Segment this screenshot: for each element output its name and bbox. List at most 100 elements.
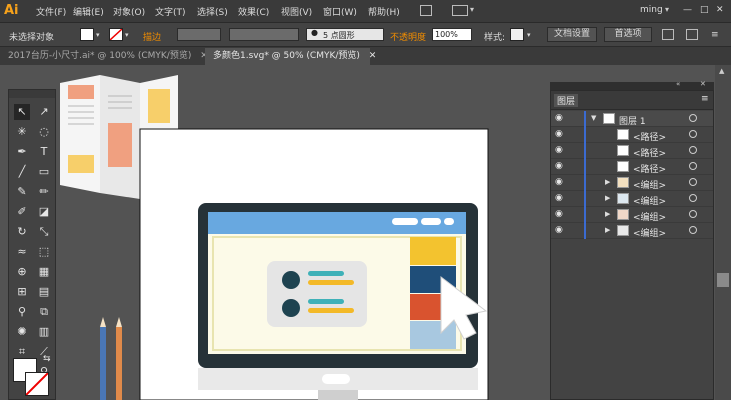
- variable-width-dropdown[interactable]: [229, 28, 299, 41]
- arrange-icon[interactable]: [662, 29, 674, 40]
- stroke-label[interactable]: 描边: [143, 30, 161, 43]
- scroll-up-icon[interactable]: ▲: [719, 67, 724, 75]
- symbol-sprayer-tool-icon[interactable]: ✺: [14, 324, 30, 340]
- menu-select[interactable]: 选择(S): [197, 5, 228, 18]
- expand-toggle-icon[interactable]: ▶: [605, 194, 610, 202]
- target-circle-icon[interactable]: [689, 194, 697, 202]
- close-button[interactable]: ✕: [716, 5, 724, 15]
- expand-toggle-icon[interactable]: ▶: [605, 226, 610, 234]
- scale-tool-icon[interactable]: ⤡: [36, 224, 52, 240]
- vertical-scrollbar[interactable]: ▲: [715, 65, 731, 400]
- perspective-grid-tool-icon[interactable]: ▦: [36, 264, 52, 280]
- chevron-down-icon[interactable]: ▾: [96, 31, 100, 39]
- canvas-area[interactable]: [56, 65, 550, 400]
- layer-row[interactable]: ◉ ▶ <编组>: [551, 223, 713, 239]
- chevron-down-icon[interactable]: ▾: [665, 5, 669, 14]
- target-circle-icon[interactable]: [689, 146, 697, 154]
- transform-icon[interactable]: [686, 29, 698, 40]
- close-icon[interactable]: ✕: [369, 51, 377, 61]
- close-icon[interactable]: ✕: [700, 80, 706, 88]
- free-transform-tool-icon[interactable]: ⬚: [36, 244, 52, 260]
- visibility-eye-icon[interactable]: ◉: [555, 177, 563, 187]
- blob-brush-tool-icon[interactable]: ✐: [14, 204, 30, 220]
- visibility-eye-icon[interactable]: ◉: [555, 193, 563, 203]
- visibility-eye-icon[interactable]: ◉: [555, 161, 563, 171]
- layer-row[interactable]: ◉ <路径>: [551, 159, 713, 175]
- visibility-eye-icon[interactable]: ◉: [555, 225, 563, 235]
- lasso-tool-icon[interactable]: ◌: [36, 124, 52, 140]
- magic-wand-tool-icon[interactable]: ✳: [14, 124, 30, 140]
- menu-type[interactable]: 文字(T): [155, 5, 186, 18]
- preferences-button[interactable]: 首选项: [604, 27, 652, 42]
- layer-row[interactable]: ◉ <路径>: [551, 143, 713, 159]
- tab-calendar[interactable]: 2017台历-小尺寸.ai* @ 100% (CMYK/预览) ✕: [0, 48, 208, 65]
- expand-toggle-icon[interactable]: ▼: [591, 114, 596, 122]
- scrollbar-thumb[interactable]: [717, 273, 729, 287]
- opacity-label[interactable]: 不透明度: [390, 30, 426, 43]
- layer-row[interactable]: ◉ <路径>: [551, 127, 713, 143]
- mesh-tool-icon[interactable]: ⊞: [14, 284, 30, 300]
- visibility-eye-icon[interactable]: ◉: [555, 145, 563, 155]
- menu-view[interactable]: 视图(V): [281, 5, 312, 18]
- fill-swatch[interactable]: [80, 28, 94, 41]
- direct-selection-tool-icon[interactable]: ↗: [36, 104, 52, 120]
- menu-help[interactable]: 帮助(H): [368, 5, 400, 18]
- stroke-weight-dropdown[interactable]: [177, 28, 221, 41]
- menu-object[interactable]: 对象(O): [113, 5, 145, 18]
- layers-panel-topbar[interactable]: « ✕: [550, 80, 714, 90]
- panel-menu-icon[interactable]: ≡: [711, 30, 719, 40]
- user-name[interactable]: ming: [640, 5, 663, 15]
- chevron-down-icon[interactable]: ▾: [527, 31, 531, 39]
- target-circle-icon[interactable]: [689, 114, 697, 122]
- layer-row-top[interactable]: ◉ ▼ 图层 1: [551, 111, 713, 127]
- chevron-down-icon[interactable]: ▾: [125, 31, 129, 39]
- visibility-eye-icon[interactable]: ◉: [555, 129, 563, 139]
- pencil-tool-icon[interactable]: ✏: [36, 184, 52, 200]
- menu-file[interactable]: 文件(F): [36, 5, 66, 18]
- stroke-swatch[interactable]: [109, 28, 123, 41]
- type-tool-icon[interactable]: T: [36, 144, 52, 160]
- pen-tool-icon[interactable]: ✒: [14, 144, 30, 160]
- visibility-eye-icon[interactable]: ◉: [555, 209, 563, 219]
- stroke-color-box[interactable]: [25, 372, 49, 396]
- rotate-tool-icon[interactable]: ↻: [14, 224, 30, 240]
- chevron-down-icon[interactable]: ▾: [470, 5, 474, 14]
- selection-tool-icon[interactable]: ↖: [14, 104, 30, 120]
- panel-menu-icon[interactable]: ≡: [701, 94, 709, 104]
- expand-toggle-icon[interactable]: ▶: [605, 178, 610, 186]
- gradient-tool-icon[interactable]: ▤: [36, 284, 52, 300]
- collapse-panel-icon[interactable]: «: [676, 80, 680, 88]
- target-circle-icon[interactable]: [689, 130, 697, 138]
- minimize-button[interactable]: —: [683, 5, 692, 15]
- opacity-input[interactable]: 100%: [432, 28, 472, 41]
- layer-row[interactable]: ◉ ▶ <编组>: [551, 207, 713, 223]
- target-circle-icon[interactable]: [689, 226, 697, 234]
- column-graph-tool-icon[interactable]: ▥: [36, 324, 52, 340]
- swap-colors-icon[interactable]: ⇆: [43, 354, 51, 364]
- tab-multicolor[interactable]: 多颜色1.svg* @ 50% (CMYK/预览) ✕: [205, 48, 376, 65]
- shape-builder-tool-icon[interactable]: ⊕: [14, 264, 30, 280]
- expand-toggle-icon[interactable]: ▶: [605, 210, 610, 218]
- paintbrush-tool-icon[interactable]: ✎: [14, 184, 30, 200]
- arrange-docs-icon[interactable]: [452, 5, 468, 16]
- width-tool-icon[interactable]: ≈: [14, 244, 30, 260]
- eyedropper-tool-icon[interactable]: ⚲: [14, 304, 30, 320]
- target-circle-icon[interactable]: [689, 210, 697, 218]
- brush-dropdown[interactable]: ● 5 点圆形: [306, 28, 384, 41]
- menu-edit[interactable]: 编辑(E): [73, 5, 104, 18]
- rectangle-tool-icon[interactable]: ▭: [36, 164, 52, 180]
- layer-row[interactable]: ◉ ▶ <编组>: [551, 175, 713, 191]
- menu-effect[interactable]: 效果(C): [238, 5, 269, 18]
- tools-panel-header[interactable]: [9, 90, 55, 98]
- maximize-button[interactable]: □: [700, 5, 709, 15]
- layers-tab[interactable]: 图层: [554, 94, 579, 107]
- target-circle-icon[interactable]: [689, 178, 697, 186]
- line-tool-icon[interactable]: ╱: [14, 164, 30, 180]
- blend-tool-icon[interactable]: ⧉: [36, 304, 52, 320]
- visibility-eye-icon[interactable]: ◉: [555, 113, 563, 123]
- menu-window[interactable]: 窗口(W): [323, 5, 357, 18]
- layer-row[interactable]: ◉ ▶ <编组>: [551, 191, 713, 207]
- bridge-icon[interactable]: [420, 5, 432, 16]
- eraser-tool-icon[interactable]: ◪: [36, 204, 52, 220]
- graphic-style-swatch[interactable]: [510, 28, 524, 41]
